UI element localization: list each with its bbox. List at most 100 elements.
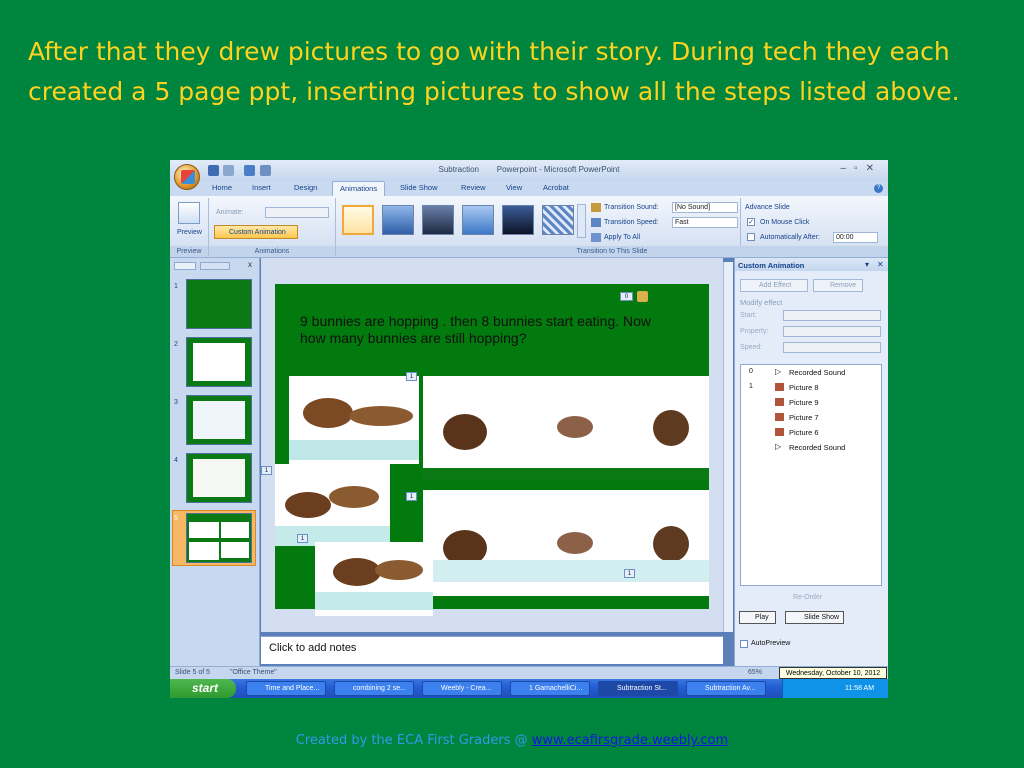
- picture-effect-icon: [775, 398, 784, 406]
- remove-button[interactable]: Remove: [813, 279, 863, 292]
- pane-menu-icon[interactable]: ▾: [865, 260, 869, 269]
- slide-number: 4: [174, 457, 178, 464]
- ribbon: Preview Preview Animate: Custom Animatio…: [170, 196, 888, 258]
- transition-thumb-3[interactable]: [422, 205, 454, 235]
- animation-tag[interactable]: 1: [624, 569, 635, 578]
- list-item[interactable]: Picture 9: [789, 398, 819, 407]
- window-controls[interactable]: –▫✕: [841, 163, 883, 174]
- tab-view[interactable]: View: [506, 183, 522, 192]
- auto-after-time[interactable]: 00:00: [833, 232, 878, 243]
- tab-slide-show[interactable]: Slide Show: [400, 183, 438, 192]
- bunny-picture-9[interactable]: [423, 490, 709, 596]
- list-item[interactable]: Picture 6: [789, 428, 819, 437]
- slide-thumb-3[interactable]: [186, 395, 252, 445]
- add-effect-button[interactable]: Add Effect: [740, 279, 808, 292]
- transition-thumb-2[interactable]: [382, 205, 414, 235]
- bunny-picture-10[interactable]: [315, 542, 433, 616]
- list-item[interactable]: Recorded Sound: [789, 443, 845, 452]
- credit-link[interactable]: www.ecafirsgrade.weebly.com: [532, 733, 728, 748]
- play-triangle-icon: ▷: [775, 367, 782, 376]
- start-select[interactable]: [783, 310, 881, 321]
- slide-counter: Slide 5 of 5: [175, 669, 211, 676]
- sound-tag[interactable]: 0: [620, 292, 633, 301]
- group-transition-label: Transition to This Slide: [336, 246, 888, 257]
- transition-sound-select[interactable]: [No Sound]: [672, 202, 738, 213]
- start-button[interactable]: start: [170, 679, 236, 698]
- editor-scrollbar[interactable]: [723, 262, 733, 632]
- close-pane-icon[interactable]: ✕: [877, 260, 884, 269]
- ribbon-tabs: Home Insert Design Animations Slide Show…: [170, 181, 888, 196]
- taskbar-item[interactable]: combining 2 se...: [334, 681, 414, 696]
- slide-number: 3: [174, 399, 178, 406]
- animation-tag[interactable]: 1: [406, 372, 417, 381]
- tab-review[interactable]: Review: [461, 183, 486, 192]
- slide-thumb-1[interactable]: [186, 279, 252, 329]
- group-preview-label: Preview: [170, 246, 208, 257]
- list-item[interactable]: Recorded Sound: [789, 368, 845, 377]
- window-titlebar: Subtraction Powerpoint - Microsoft Power…: [170, 160, 888, 181]
- taskbar-item[interactable]: Time and Place...: [246, 681, 326, 696]
- animate-dropdown[interactable]: [265, 207, 329, 218]
- tab-design[interactable]: Design: [294, 183, 317, 192]
- autopreview-label: AutoPreview: [751, 640, 791, 647]
- animation-tag[interactable]: 1: [261, 466, 272, 475]
- group-animations-label: Animations: [209, 246, 335, 257]
- taskbar-item[interactable]: Subtraction St...: [598, 681, 678, 696]
- animation-tag[interactable]: 1: [297, 534, 308, 543]
- play-button[interactable]: Play: [739, 611, 776, 624]
- slide-thumb-2[interactable]: [186, 337, 252, 387]
- zoom-level[interactable]: 65%: [748, 669, 762, 676]
- list-item[interactable]: Picture 8: [789, 383, 819, 392]
- office-button[interactable]: [174, 164, 200, 190]
- tab-insert[interactable]: Insert: [252, 183, 271, 192]
- transition-thumb-5[interactable]: [502, 205, 534, 235]
- taskbar-item[interactable]: Weebly - Crea...: [422, 681, 502, 696]
- credit-line: Created by the ECA First Graders @ www.e…: [0, 733, 1024, 748]
- bunny-picture-6[interactable]: [289, 376, 419, 464]
- property-select[interactable]: [783, 326, 881, 337]
- transition-gallery-scroll[interactable]: [577, 204, 586, 238]
- transition-thumb-6[interactable]: [542, 205, 574, 235]
- slides-tab[interactable]: [174, 262, 196, 270]
- taskbar-item[interactable]: Subtraction Av...: [686, 681, 766, 696]
- transition-none-thumb[interactable]: [342, 205, 374, 235]
- bunny-picture-7[interactable]: [423, 376, 709, 480]
- tab-home[interactable]: Home: [212, 183, 232, 192]
- theme-name: "Office Theme": [230, 669, 277, 676]
- slide-text[interactable]: 9 bunnies are hopping . then 8 bunnies s…: [300, 313, 660, 347]
- tab-animations[interactable]: Animations: [332, 181, 386, 196]
- outline-tab[interactable]: [200, 262, 230, 270]
- tab-acrobat[interactable]: Acrobat: [543, 183, 569, 192]
- custom-animation-button[interactable]: Custom Animation: [214, 225, 298, 239]
- slide-thumb-4[interactable]: [186, 453, 252, 503]
- close-pane-icon[interactable]: x: [248, 260, 252, 269]
- property-label: Property:: [740, 328, 769, 335]
- current-slide[interactable]: 0 9 bunnies are hopping . then 8 bunnies…: [275, 284, 709, 616]
- animation-tag[interactable]: 1: [406, 492, 417, 501]
- autopreview-checkbox[interactable]: [740, 640, 748, 648]
- slides-pane: x 1 2 3 4 5: [170, 258, 260, 666]
- clock[interactable]: 11:58 AM: [845, 685, 874, 692]
- taskbar-item[interactable]: 1 GamachelliCi...: [510, 681, 590, 696]
- slide-number: 2: [174, 341, 178, 348]
- speaker-icon[interactable]: [637, 291, 648, 302]
- bunny-picture-8[interactable]: [275, 464, 390, 546]
- reorder-label[interactable]: Re-Order: [793, 594, 822, 601]
- play-triangle-icon: ▷: [775, 442, 782, 451]
- list-item[interactable]: Picture 7: [789, 413, 819, 422]
- auto-after-checkbox[interactable]: [747, 233, 755, 241]
- on-mouse-click-checkbox[interactable]: ✓: [747, 218, 755, 226]
- preview-button[interactable]: Preview: [177, 229, 202, 236]
- transition-thumb-4[interactable]: [462, 205, 494, 235]
- slide-thumb-5[interactable]: [186, 513, 252, 563]
- office-logo-icon: [181, 170, 195, 184]
- apply-to-all-button[interactable]: Apply To All: [604, 234, 640, 241]
- preview-icon[interactable]: [178, 202, 200, 224]
- speed-select[interactable]: [783, 342, 881, 353]
- notes-pane[interactable]: Click to add notes: [261, 636, 723, 664]
- slide-show-button[interactable]: Slide Show: [785, 611, 844, 624]
- advance-slide-label: Advance Slide: [745, 204, 790, 211]
- transition-speed-select[interactable]: Fast: [672, 217, 738, 228]
- sound-icon: [591, 203, 601, 212]
- help-icon[interactable]: ?: [874, 184, 883, 193]
